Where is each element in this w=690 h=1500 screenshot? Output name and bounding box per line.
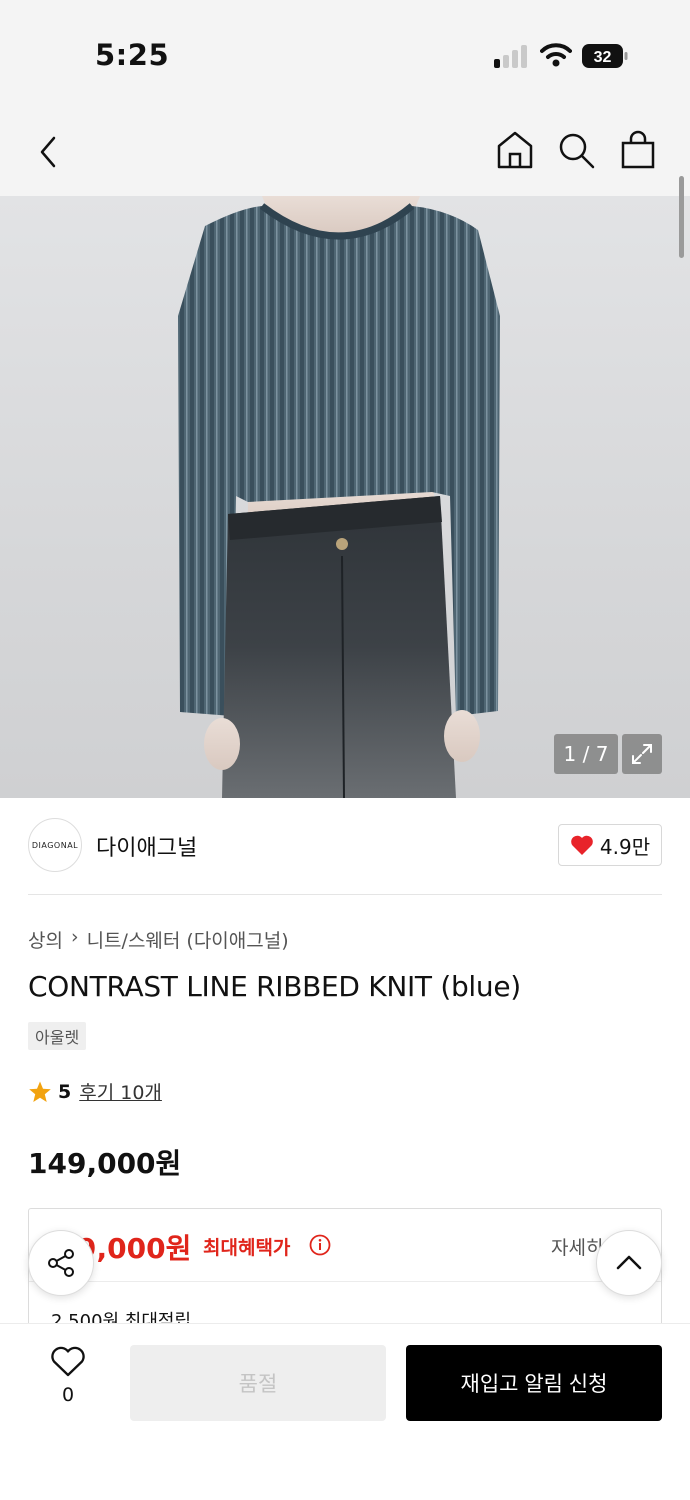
shopping-bag-icon[interactable] xyxy=(620,130,656,170)
soldout-button[interactable]: 품절 xyxy=(130,1345,386,1421)
scroll-top-button[interactable] xyxy=(596,1230,662,1296)
benefit-divider xyxy=(29,1281,661,1282)
product-title: CONTRAST LINE RIBBED KNIT (blue) xyxy=(28,970,521,1003)
breadcrumb-subcategory[interactable]: 니트/스웨터 (다이애그널) xyxy=(87,926,289,953)
back-icon[interactable] xyxy=(36,134,60,170)
share-button[interactable] xyxy=(28,1230,94,1296)
heart-icon xyxy=(571,835,593,855)
top-nav xyxy=(0,110,690,196)
wifi-icon xyxy=(540,43,572,67)
chevron-up-icon xyxy=(616,1255,642,1270)
battery-level: 32 xyxy=(594,49,612,66)
product-photo xyxy=(178,196,500,798)
status-bar: 5:25 32 xyxy=(0,0,690,110)
status-time: 5:25 xyxy=(95,38,170,72)
wishlist-count: 0 xyxy=(61,1384,75,1406)
chevron-right-icon: › xyxy=(70,926,79,948)
rating-score: 5 xyxy=(58,1080,72,1103)
search-icon[interactable] xyxy=(558,132,596,170)
benefit-box: 9,000원 최대혜택가 자세히 2,500원 최대적립 xyxy=(28,1208,662,1338)
breadcrumb-category[interactable]: 상의 xyxy=(28,926,63,953)
product-image[interactable] xyxy=(0,196,690,798)
max-benefit-price: 9,000원 xyxy=(77,1232,192,1265)
restock-alert-button[interactable]: 재입고 알림 신청 xyxy=(406,1345,662,1421)
max-benefit-label: 최대혜택가 xyxy=(203,1237,291,1259)
outlet-tag: 아울렛 xyxy=(28,1022,87,1050)
battery-icon: 32 xyxy=(582,44,628,68)
brand-logo[interactable]: DIAGONAL xyxy=(28,818,82,872)
star-icon xyxy=(29,1081,51,1102)
expand-icon[interactable] xyxy=(622,734,662,774)
cellular-signal-icon xyxy=(494,44,530,68)
info-icon[interactable] xyxy=(309,1234,331,1256)
image-counter: 1 / 7 xyxy=(554,734,618,774)
page-scrollbar[interactable] xyxy=(679,176,684,258)
brand-like-count: 4.9만 xyxy=(599,834,651,859)
reviews-link[interactable]: 후기 10개 xyxy=(79,1078,162,1105)
home-icon[interactable] xyxy=(496,130,534,170)
breadcrumb: 상의 › 니트/스웨터 (다이애그널) xyxy=(28,926,289,953)
brand-like-button[interactable]: 4.9만 xyxy=(558,824,662,866)
heart-outline-icon xyxy=(51,1346,85,1377)
brand-name[interactable]: 다이애그널 xyxy=(96,830,197,862)
rating-row: 5 후기 10개 xyxy=(28,1078,162,1105)
product-price: 149,000원 xyxy=(28,1147,182,1180)
divider xyxy=(28,894,662,895)
wishlist-button[interactable]: 0 xyxy=(48,1346,88,1406)
share-icon xyxy=(48,1249,74,1277)
